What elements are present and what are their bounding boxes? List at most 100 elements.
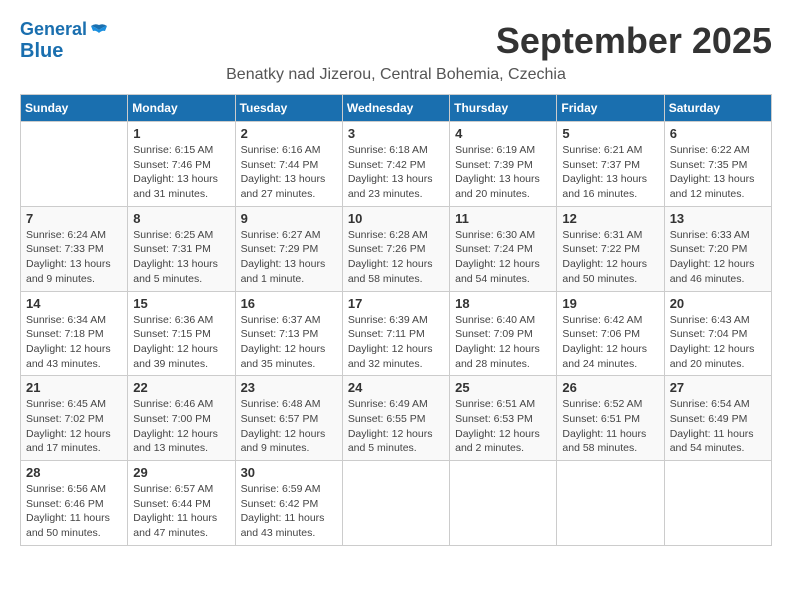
calendar-cell: 2Sunrise: 6:16 AMSunset: 7:44 PMDaylight… (235, 122, 342, 207)
day-number: 21 (26, 380, 122, 395)
logo: General Blue (20, 20, 109, 62)
day-number: 26 (562, 380, 658, 395)
day-number: 5 (562, 126, 658, 141)
day-number: 4 (455, 126, 551, 141)
calendar-cell: 24 Sunrise: 6:49 AMSunset: 6:55 PMDayligh… (342, 376, 449, 461)
day-info: Sunrise: 6:57 AMSunset: 6:44 PMDaylight:… (133, 482, 229, 541)
calendar-cell: 15Sunrise: 6:36 AMSunset: 7:15 PMDayligh… (128, 291, 235, 376)
day-info: Sunrise: 6:49 AMSunset: 6:55 PMDaylight:… (348, 397, 444, 456)
calendar-cell: 28Sunrise: 6:56 AMSunset: 6:46 PMDayligh… (21, 461, 128, 546)
calendar-cell: 6 Sunrise: 6:22 AMSunset: 7:35 PMDaylight… (664, 122, 771, 207)
calendar-cell: 11 Sunrise: 6:30 AMSunset: 7:24 PMDayligh… (450, 206, 557, 291)
day-header-friday: Friday (557, 95, 664, 122)
day-number: 7 (26, 211, 122, 226)
day-number: 9 (241, 211, 337, 226)
calendar-cell: 23 Sunrise: 6:48 AMSunset: 6:57 PMDayligh… (235, 376, 342, 461)
day-info: Sunrise: 6:19 AMSunset: 7:39 PMDaylight:… (455, 143, 551, 202)
day-info: Sunrise: 6:48 AMSunset: 6:57 PMDaylight:… (241, 397, 337, 456)
day-number: 13 (670, 211, 766, 226)
day-info: Sunrise: 6:15 AMSunset: 7:46 PMDaylight:… (133, 143, 229, 202)
day-number: 6 (670, 126, 766, 141)
calendar-cell: 10 Sunrise: 6:28 AMSunset: 7:26 PMDayligh… (342, 206, 449, 291)
day-number: 2 (241, 126, 337, 141)
calendar-cell (21, 122, 128, 207)
day-info: Sunrise: 6:30 AMSunset: 7:24 PMDaylight:… (455, 228, 551, 287)
calendar-cell: 4 Sunrise: 6:19 AMSunset: 7:39 PMDaylight… (450, 122, 557, 207)
logo-general: General (20, 19, 87, 39)
day-info: Sunrise: 6:24 AMSunset: 7:33 PMDaylight:… (26, 228, 122, 287)
calendar-cell: 13 Sunrise: 6:33 AMSunset: 7:20 PMDayligh… (664, 206, 771, 291)
month-title: September 2025 (496, 20, 772, 62)
day-number: 16 (241, 296, 337, 311)
calendar-cell: 20 Sunrise: 6:43 AMSunset: 7:04 PMDayligh… (664, 291, 771, 376)
day-info: Sunrise: 6:21 AMSunset: 7:37 PMDaylight:… (562, 143, 658, 202)
calendar-cell: 5 Sunrise: 6:21 AMSunset: 7:37 PMDaylight… (557, 122, 664, 207)
calendar-cell: 1 Sunrise: 6:15 AMSunset: 7:46 PMDaylight… (128, 122, 235, 207)
day-number: 20 (670, 296, 766, 311)
day-number: 1 (133, 126, 229, 141)
day-info: Sunrise: 6:40 AMSunset: 7:09 PMDaylight:… (455, 313, 551, 372)
calendar-cell: 14 Sunrise: 6:34 AMSunset: 7:18 PMDayligh… (21, 291, 128, 376)
logo-bird-icon (89, 23, 109, 37)
day-number: 19 (562, 296, 658, 311)
day-info: Sunrise: 6:34 AMSunset: 7:18 PMDaylight:… (26, 313, 122, 372)
day-info: Sunrise: 6:51 AMSunset: 6:53 PMDaylight:… (455, 397, 551, 456)
day-header-sunday: Sunday (21, 95, 128, 122)
day-number: 14 (26, 296, 122, 311)
day-number: 11 (455, 211, 551, 226)
day-info: Sunrise: 6:56 AMSunset: 6:46 PMDaylight:… (26, 482, 122, 541)
calendar-cell: 26 Sunrise: 6:52 AMSunset: 6:51 PMDayligh… (557, 376, 664, 461)
logo-blue: Blue (20, 40, 63, 62)
calendar-cell: 17 Sunrise: 6:39 AMSunset: 7:11 PMDayligh… (342, 291, 449, 376)
calendar-cell (557, 461, 664, 546)
calendar-cell (342, 461, 449, 546)
calendar-cell: 8 Sunrise: 6:25 AMSunset: 7:31 PMDaylight… (128, 206, 235, 291)
calendar-cell: 16 Sunrise: 6:37 AMSunset: 7:13 PMDayligh… (235, 291, 342, 376)
calendar-cell: 21Sunrise: 6:45 AMSunset: 7:02 PMDayligh… (21, 376, 128, 461)
day-info: Sunrise: 6:43 AMSunset: 7:04 PMDaylight:… (670, 313, 766, 372)
day-header-wednesday: Wednesday (342, 95, 449, 122)
day-number: 24 (348, 380, 444, 395)
calendar-cell: 25 Sunrise: 6:51 AMSunset: 6:53 PMDayligh… (450, 376, 557, 461)
day-header-monday: Monday (128, 95, 235, 122)
day-info: Sunrise: 6:33 AMSunset: 7:20 PMDaylight:… (670, 228, 766, 287)
day-info: Sunrise: 6:39 AMSunset: 7:11 PMDaylight:… (348, 313, 444, 372)
day-info: Sunrise: 6:31 AMSunset: 7:22 PMDaylight:… (562, 228, 658, 287)
calendar-cell: 19Sunrise: 6:42 AMSunset: 7:06 PMDayligh… (557, 291, 664, 376)
calendar-cell (450, 461, 557, 546)
calendar-cell: 18 Sunrise: 6:40 AMSunset: 7:09 PMDayligh… (450, 291, 557, 376)
day-number: 27 (670, 380, 766, 395)
day-number: 15 (133, 296, 229, 311)
calendar-cell: 27Sunrise: 6:54 AMSunset: 6:49 PMDayligh… (664, 376, 771, 461)
day-number: 23 (241, 380, 337, 395)
day-number: 25 (455, 380, 551, 395)
day-info: Sunrise: 6:27 AMSunset: 7:29 PMDaylight:… (241, 228, 337, 287)
day-info: Sunrise: 6:22 AMSunset: 7:35 PMDaylight:… (670, 143, 766, 202)
subtitle: Benatky nad Jizerou, Central Bohemia, Cz… (20, 66, 772, 84)
day-number: 18 (455, 296, 551, 311)
day-info: Sunrise: 6:28 AMSunset: 7:26 PMDaylight:… (348, 228, 444, 287)
day-info: Sunrise: 6:25 AMSunset: 7:31 PMDaylight:… (133, 228, 229, 287)
day-info: Sunrise: 6:37 AMSunset: 7:13 PMDaylight:… (241, 313, 337, 372)
day-info: Sunrise: 6:18 AMSunset: 7:42 PMDaylight:… (348, 143, 444, 202)
calendar-cell (664, 461, 771, 546)
calendar-cell: 29Sunrise: 6:57 AMSunset: 6:44 PMDayligh… (128, 461, 235, 546)
day-info: Sunrise: 6:59 AMSunset: 6:42 PMDaylight:… (241, 482, 337, 541)
day-header-tuesday: Tuesday (235, 95, 342, 122)
calendar-cell: 12 Sunrise: 6:31 AMSunset: 7:22 PMDayligh… (557, 206, 664, 291)
day-number: 12 (562, 211, 658, 226)
calendar-table: SundayMondayTuesdayWednesdayThursdayFrid… (20, 94, 772, 546)
calendar-cell: 22 Sunrise: 6:46 AMSunset: 7:00 PMDayligh… (128, 376, 235, 461)
day-header-saturday: Saturday (664, 95, 771, 122)
calendar-cell: 3Sunrise: 6:18 AMSunset: 7:42 PMDaylight… (342, 122, 449, 207)
calendar-cell: 30 Sunrise: 6:59 AMSunset: 6:42 PMDayligh… (235, 461, 342, 546)
day-number: 8 (133, 211, 229, 226)
day-number: 17 (348, 296, 444, 311)
day-number: 22 (133, 380, 229, 395)
day-info: Sunrise: 6:46 AMSunset: 7:00 PMDaylight:… (133, 397, 229, 456)
day-info: Sunrise: 6:52 AMSunset: 6:51 PMDaylight:… (562, 397, 658, 456)
calendar-cell: 7 Sunrise: 6:24 AMSunset: 7:33 PMDaylight… (21, 206, 128, 291)
day-number: 10 (348, 211, 444, 226)
calendar-cell: 9 Sunrise: 6:27 AMSunset: 7:29 PMDaylight… (235, 206, 342, 291)
day-number: 30 (241, 465, 337, 480)
